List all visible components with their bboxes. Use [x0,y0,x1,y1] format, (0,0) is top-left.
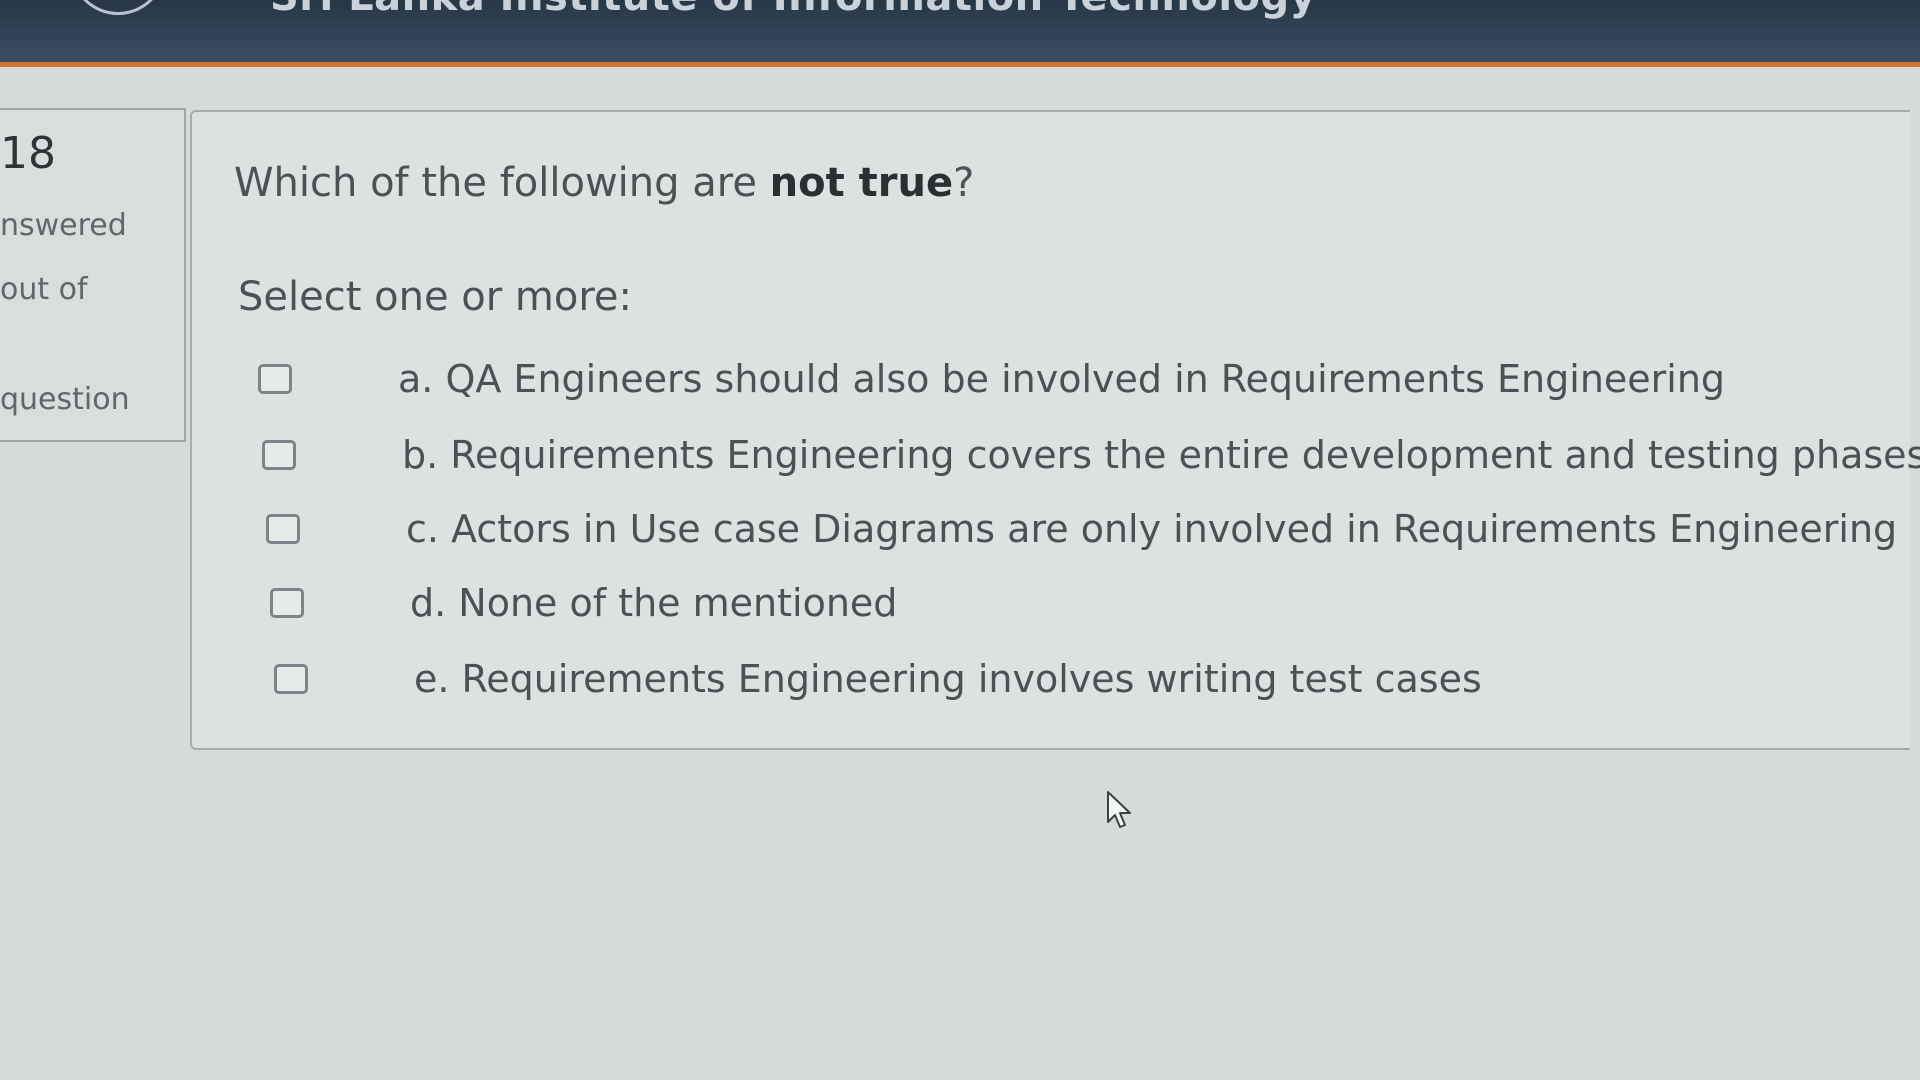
option-d-checkbox[interactable] [270,588,304,618]
answer-option-a[interactable]: a. QA Engineers should also be involved … [258,354,1725,404]
option-a-checkbox[interactable] [258,364,292,394]
question-text: Which of the following are not true? [234,160,974,206]
institute-logo[interactable] [70,0,166,15]
answer-option-e[interactable]: e. Requirements Engineering involves wri… [274,654,1482,704]
option-a-label[interactable]: a. QA Engineers should also be involved … [398,357,1725,401]
option-c-label[interactable]: c. Actors in Use case Diagrams are only … [406,507,1897,551]
answer-option-b[interactable]: b. Requirements Engineering covers the e… [262,430,1920,480]
question-number: 18 [0,128,56,179]
option-e-checkbox[interactable] [274,664,308,694]
question-text-suffix: ? [953,160,975,206]
option-c-checkbox[interactable] [266,514,300,544]
answer-option-c[interactable]: c. Actors in Use case Diagrams are only … [266,504,1897,554]
question-status: nswered [0,208,127,243]
site-header: Sri Lanka Institute of Information Techn… [0,0,1920,67]
option-e-label[interactable]: e. Requirements Engineering involves wri… [414,657,1482,701]
option-b-label[interactable]: b. Requirements Engineering covers the e… [402,433,1920,477]
mouse-pointer-icon [1107,791,1131,828]
question-text-prefix: Which of the following are [234,160,770,206]
flag-question-link[interactable]: question [0,382,130,417]
option-d-label[interactable]: d. None of the mentioned [410,581,897,625]
question-panel: Which of the following are not true? Sel… [190,110,1920,750]
site-title[interactable]: Sri Lanka Institute of Information Techn… [270,0,1316,20]
answer-prompt: Select one or more: [238,274,632,320]
question-mark: out of [0,272,88,307]
answer-option-d[interactable]: d. None of the mentioned [270,578,897,628]
option-b-checkbox[interactable] [262,440,296,470]
question-info-panel: 18 nswered out of question [0,108,186,442]
question-text-emphasis: not true [769,160,954,206]
